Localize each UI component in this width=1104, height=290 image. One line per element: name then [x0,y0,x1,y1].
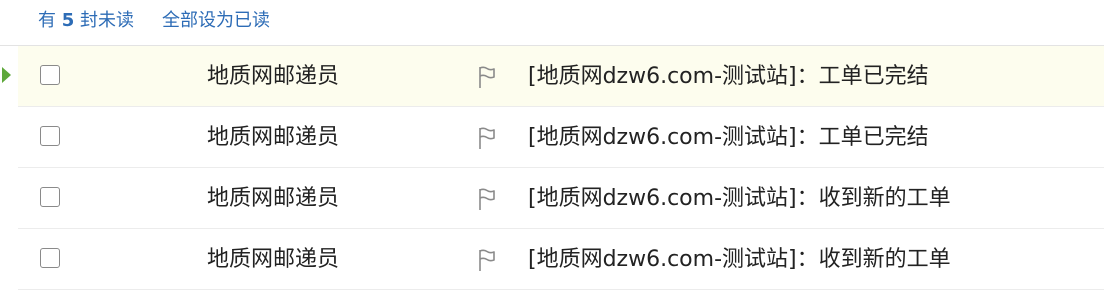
mail-select-checkbox[interactable] [40,187,60,207]
mail-sender: 地质网邮递员 [207,125,340,150]
mail-sender: 地质网邮递员 [207,247,340,272]
mail-select-checkbox[interactable] [40,248,60,268]
mail-sender: 地质网邮递员 [207,186,340,211]
mail-list: 地质网邮递员 [地质网dzw6.com-测试站]：工单已完结 地质网邮递员 [地… [0,46,1104,290]
mail-row[interactable]: 地质网邮递员 [地质网dzw6.com-测试站]：工单已完结 [2,46,1104,107]
mail-subject[interactable]: [地质网dzw6.com-测试站]：收到新的工单 [528,184,951,214]
unread-prefix: 有 [38,10,56,31]
mail-row[interactable]: 地质网邮递员 [地质网dzw6.com-测试站]：收到新的工单 [18,229,1104,290]
current-row-marker-icon [2,67,11,83]
flag-icon[interactable] [476,248,498,272]
mail-select-checkbox[interactable] [40,65,60,85]
mail-select-checkbox[interactable] [40,126,60,146]
unread-suffix: 封未读 [80,10,134,31]
mark-all-read-link[interactable]: 全部设为已读 [162,8,270,34]
flag-icon[interactable] [476,65,498,89]
flag-icon[interactable] [476,126,498,150]
unread-summary: 有 5 封未读 [38,8,134,34]
flag-icon[interactable] [476,187,498,211]
mail-row[interactable]: 地质网邮递员 [地质网dzw6.com-测试站]：收到新的工单 [18,168,1104,229]
mail-subject[interactable]: [地质网dzw6.com-测试站]：工单已完结 [528,123,929,153]
mail-list-toolbar: 有 5 封未读 全部设为已读 [0,0,1104,46]
mail-subject[interactable]: [地质网dzw6.com-测试站]：工单已完结 [528,62,929,92]
mail-sender: 地质网邮递员 [207,64,340,89]
mail-row[interactable]: 地质网邮递员 [地质网dzw6.com-测试站]：工单已完结 [18,107,1104,168]
mail-subject[interactable]: [地质网dzw6.com-测试站]：收到新的工单 [528,245,951,275]
unread-count: 5 [61,10,75,31]
